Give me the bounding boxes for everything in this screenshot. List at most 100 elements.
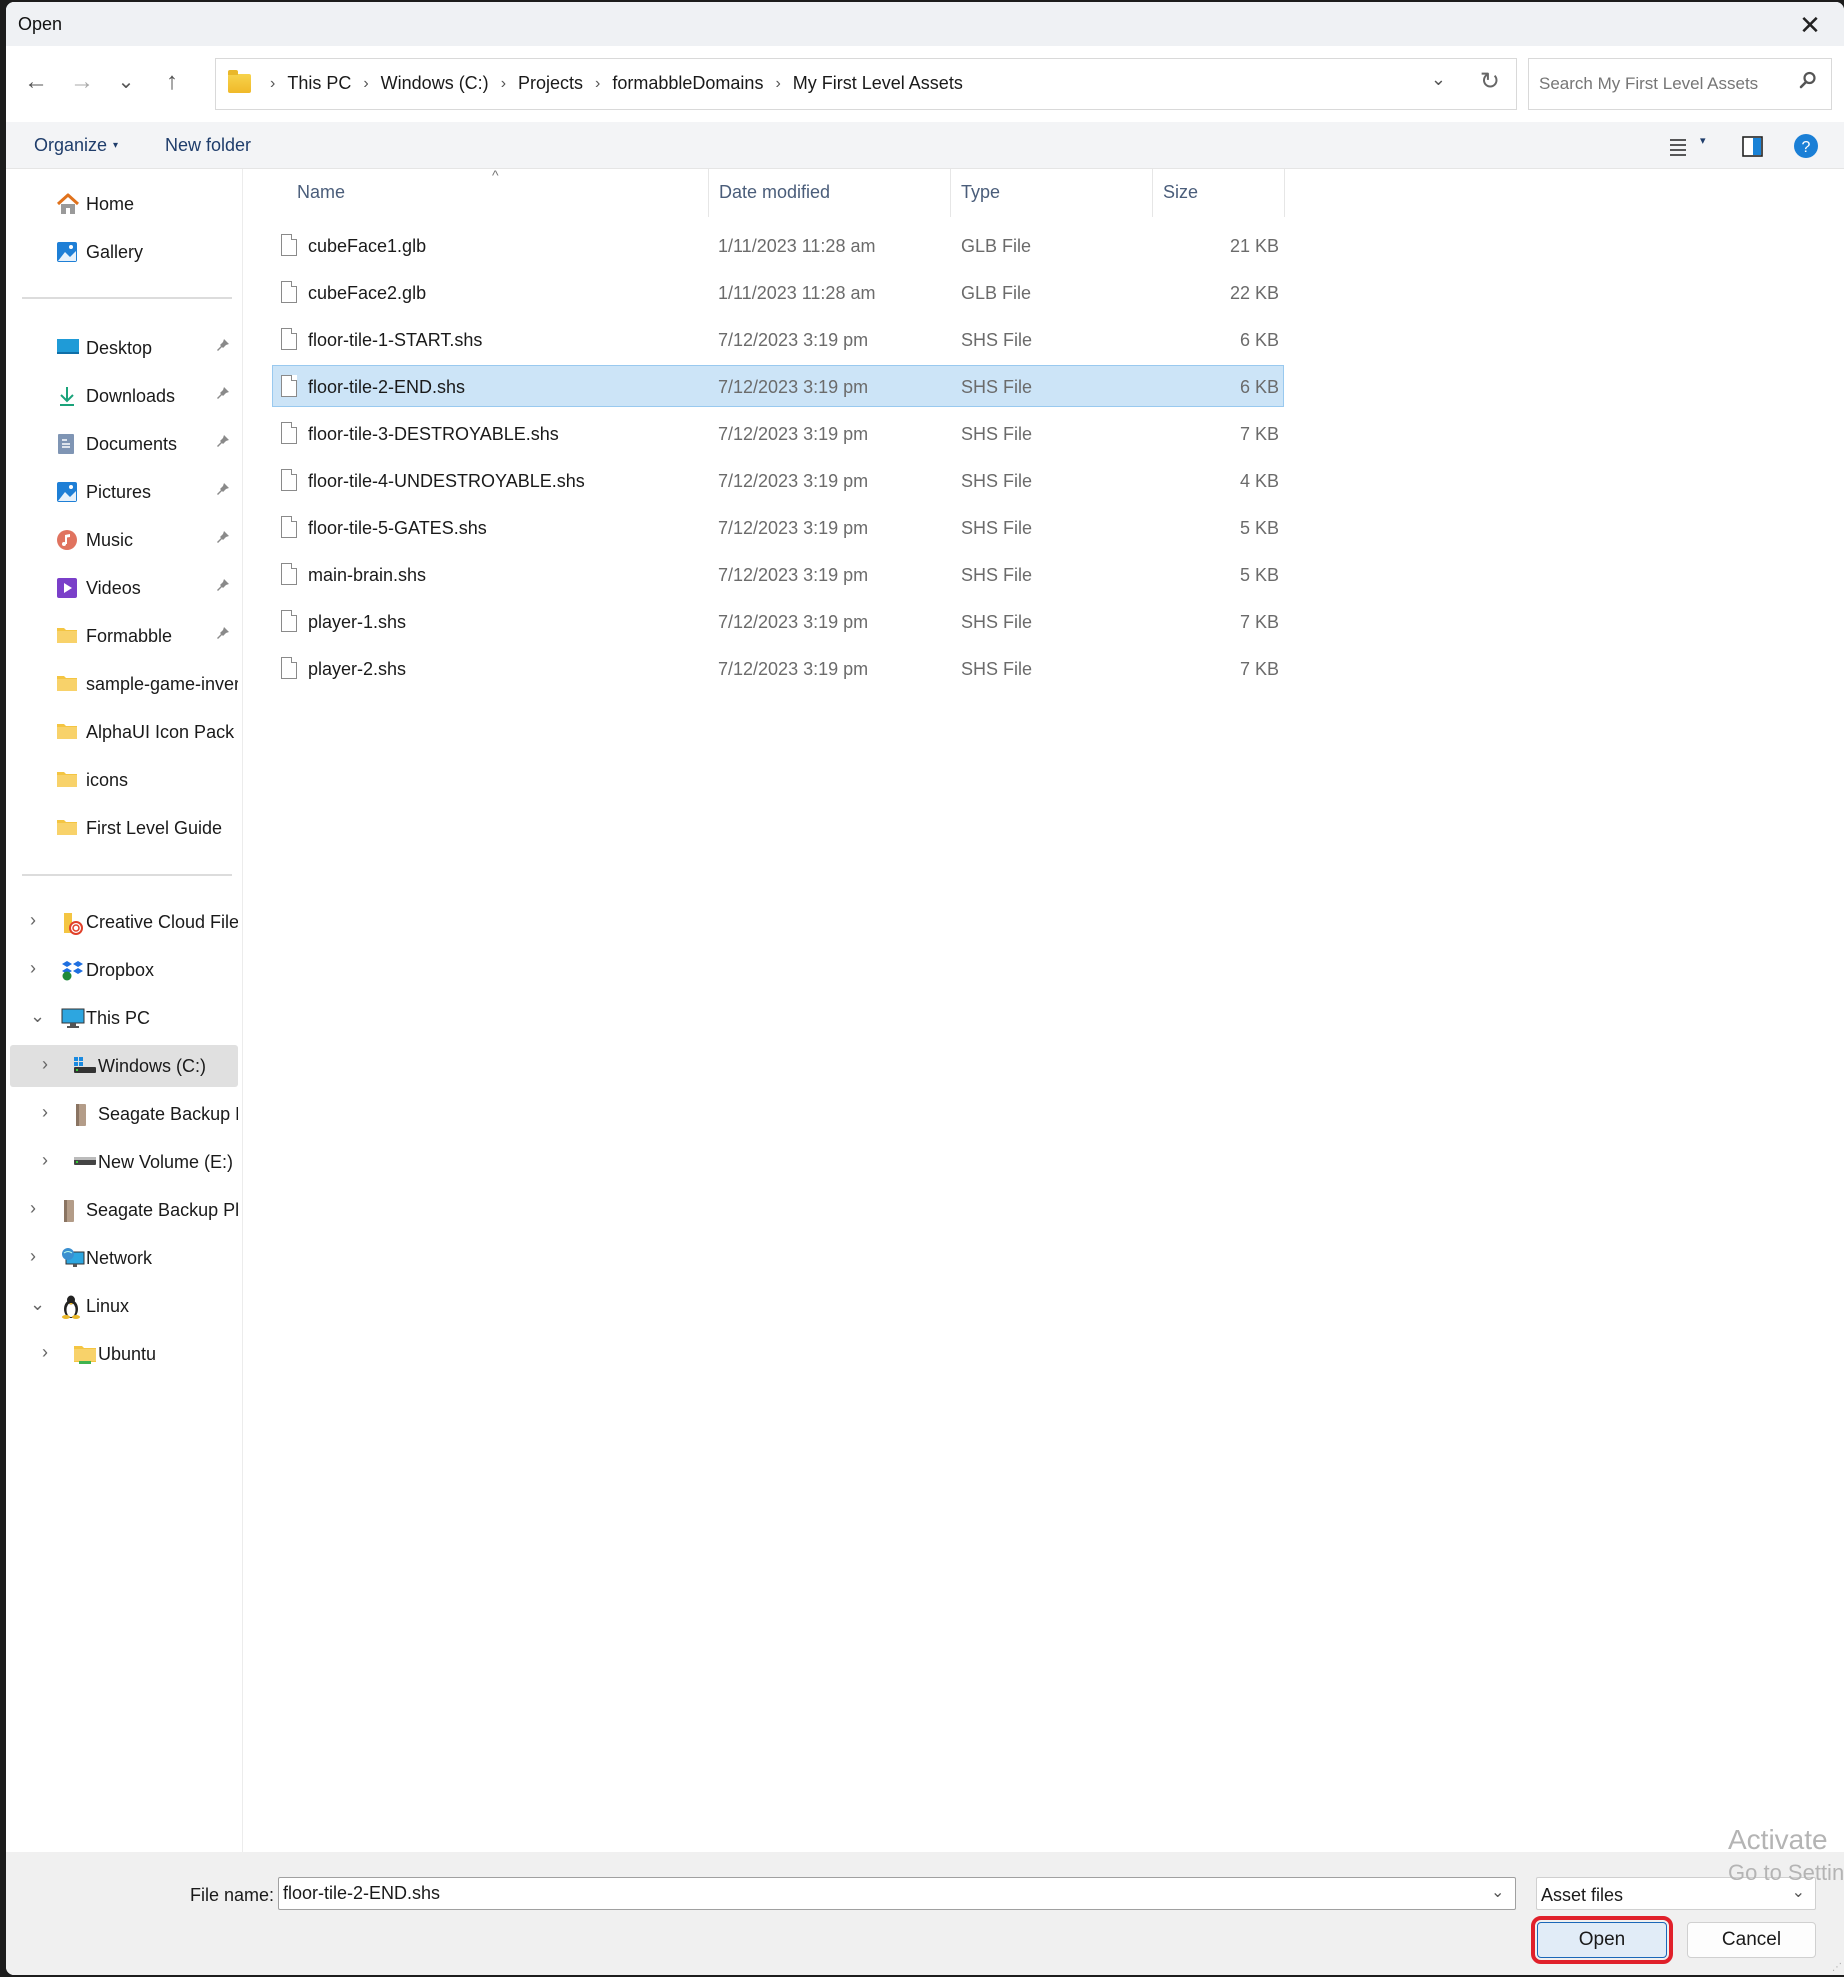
file-type: SHS File [961,471,1033,491]
view-options-caret-icon[interactable]: ▾ [1700,134,1706,147]
folder-icon [56,817,78,839]
sidebar-item-sample-game-inver[interactable]: sample-game-inver [6,663,238,705]
pin-icon[interactable] [216,386,230,403]
file-row[interactable]: main-brain.shs 7/12/2023 3:19 pm SHS File 5… [272,553,1284,595]
sidebar-item-home[interactable]: Home [6,183,238,225]
breadcrumb-my-first-level-assets[interactable]: My First Level Assets [793,73,963,94]
open-button[interactable]: Open [1531,1916,1673,1964]
sidebar-item-seagate-backup-plu[interactable]: › Seagate Backup Plu [6,1189,238,1231]
file-size: 7 KB [1239,612,1279,632]
file-row[interactable]: floor-tile-1-START.shs 7/12/2023 3:19 pm S… [272,318,1284,360]
breadcrumb-separator[interactable]: › [595,75,600,93]
file-icon [281,469,297,491]
sidebar-item-linux[interactable]: ⌄ Linux [6,1285,238,1327]
recent-locations-chevron-icon[interactable]: ⌄ [108,64,144,100]
dialog-footer: File name: ⌄ Asset files ⌄ Open Cancel ⋰ [6,1852,1844,1975]
file-row[interactable]: cubeFace1.glb 1/11/2023 11:28 am GLB File 2… [272,224,1284,266]
sidebar-item-desktop[interactable]: Desktop [6,327,238,369]
file-row[interactable]: floor-tile-5-GATES.shs 7/12/2023 3:19 pm S… [272,506,1284,548]
forward-arrow-icon[interactable]: → [64,64,100,100]
breadcrumb-formabbledomains[interactable]: formabbleDomains [612,73,763,94]
sidebar-item-seagate-backup-pl[interactable]: › Seagate Backup Pl [6,1093,238,1135]
sidebar-item-network[interactable]: › Network [6,1237,238,1279]
chevron-right-icon[interactable]: › [30,1246,36,1267]
sidebar-item-this-pc[interactable]: ⌄ This PC [6,997,238,1039]
column-header-type[interactable]: Type [951,169,1151,217]
breadcrumb-windows-c[interactable]: Windows (C:) [381,73,489,94]
sidebar-item-creative-cloud-files[interactable]: › Creative Cloud Files [6,901,238,943]
chevron-down-icon[interactable]: ⌄ [30,1006,45,1027]
breadcrumb-separator[interactable]: › [775,75,780,93]
new-folder-button[interactable]: New folder [165,135,251,156]
file-type: SHS File [961,330,1033,350]
pin-icon[interactable] [216,626,230,643]
breadcrumb-separator[interactable]: › [363,75,368,93]
file-row[interactable]: floor-tile-3-DESTROYABLE.shs 7/12/2023 3:… [272,412,1284,454]
folder-icon [56,721,78,743]
sidebar-item-windows-c[interactable]: › Windows (C:) [10,1045,238,1087]
sidebar-item-first-level-guide[interactable]: First Level Guide [6,807,238,849]
sidebar-item-ubuntu[interactable]: › Ubuntu [6,1333,238,1375]
close-icon[interactable]: ✕ [1790,8,1830,42]
file-name: floor-tile-1-START.shs [308,330,483,350]
back-arrow-icon[interactable]: ← [18,64,54,100]
pin-icon[interactable] [216,338,230,355]
breadcrumb-this-pc[interactable]: This PC [287,73,351,94]
breadcrumb-separator[interactable]: › [270,75,275,93]
help-icon[interactable]: ? [1792,132,1820,160]
search-icon[interactable] [1799,71,1817,94]
address-bar[interactable]: › This PC › Windows (C:) › Projects › fo… [215,58,1517,110]
breadcrumb-separator[interactable]: › [501,75,506,93]
search-input[interactable]: Search My First Level Assets [1539,74,1758,94]
file-row[interactable]: cubeFace2.glb 1/11/2023 11:28 am GLB File 2… [272,271,1284,313]
chevron-right-icon[interactable]: › [30,958,36,979]
breadcrumb-projects[interactable]: Projects [518,73,583,94]
column-header-name[interactable]: Name [244,169,707,217]
organize-button[interactable]: Organize ▾ [34,135,118,156]
file-name-history-dropdown-icon[interactable]: ⌄ [1491,1882,1504,1902]
sidebar-item-music[interactable]: Music [6,519,238,561]
file-row[interactable]: player-1.shs 7/12/2023 3:19 pm SHS File 7 K… [272,600,1284,642]
pin-icon[interactable] [216,578,230,595]
pin-icon[interactable] [216,482,230,499]
sidebar-item-new-volume-e[interactable]: › New Volume (E:) [6,1141,238,1183]
sidebar-item-label: Network [86,1248,153,1268]
chevron-right-icon[interactable]: › [30,910,36,931]
pin-icon[interactable] [216,434,230,451]
sidebar-item-videos[interactable]: Videos [6,567,238,609]
chevron-right-icon[interactable]: › [42,1342,48,1363]
address-history-dropdown-icon[interactable]: ⌄ [1431,69,1446,90]
sidebar-item-dropbox[interactable]: › Dropbox [6,949,238,991]
refresh-icon[interactable]: ↻ [1480,67,1500,96]
activation-watermark: Activate Go to Settin [1728,1824,1844,1886]
sidebar-item-alphaui-icon-pack-s[interactable]: AlphaUI Icon Pack S [6,711,238,753]
sidebar-item-downloads[interactable]: Downloads [6,375,238,417]
chevron-down-icon[interactable]: ⌄ [30,1294,45,1315]
chevron-right-icon[interactable]: › [42,1054,48,1075]
file-row[interactable]: floor-tile-2-END.shs 7/12/2023 3:19 pm SHS… [272,365,1284,407]
sidebar-item-icons[interactable]: icons [6,759,238,801]
sidebar-item-formabble[interactable]: Formabble [6,615,238,657]
folder-icon [56,673,78,695]
sidebar-item-gallery[interactable]: Gallery [6,231,238,273]
chevron-right-icon[interactable]: › [30,1198,36,1219]
column-header-size[interactable]: Size [1153,169,1283,217]
up-arrow-icon[interactable]: ↑ [154,64,190,100]
preview-pane-icon[interactable] [1738,132,1766,160]
music-icon [56,529,78,551]
chevron-right-icon[interactable]: › [42,1102,48,1123]
file-type-value: Asset files [1541,1885,1624,1905]
sidebar-item-documents[interactable]: Documents [6,423,238,465]
file-row[interactable]: floor-tile-4-UNDESTROYABLE.shs 7/12/2023 … [272,459,1284,501]
pin-icon[interactable] [216,530,230,547]
column-divider[interactable] [1284,169,1285,217]
chevron-right-icon[interactable]: › [42,1150,48,1171]
file-row[interactable]: player-2.shs 7/12/2023 3:19 pm SHS File 7 K… [272,647,1284,689]
column-header-date-modified[interactable]: Date modified [709,169,949,217]
cancel-button[interactable]: Cancel [1687,1922,1816,1958]
sidebar-item-pictures[interactable]: Pictures [6,471,238,513]
view-details-icon[interactable] [1664,132,1692,160]
file-name-input[interactable] [278,1877,1516,1910]
search-box[interactable]: Search My First Level Assets [1528,58,1832,110]
resize-grip-icon[interactable]: ⋰ [1832,1962,1842,1973]
